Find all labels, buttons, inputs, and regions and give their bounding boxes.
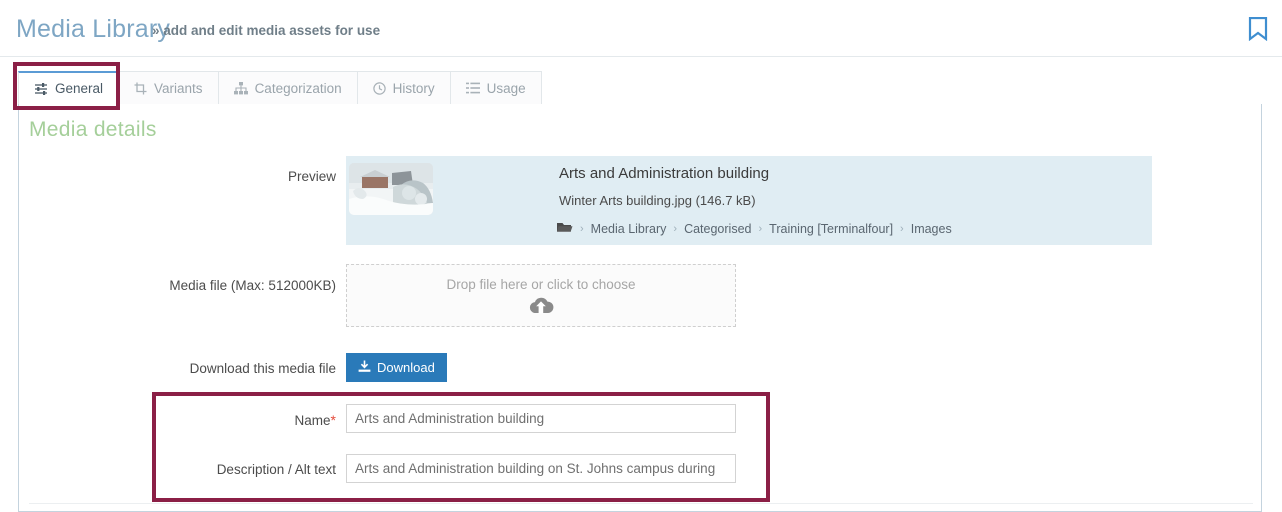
tab-categorization-label: Categorization	[254, 80, 342, 96]
required-marker: *	[330, 412, 336, 428]
dropzone-text: Drop file here or click to choose	[446, 277, 636, 292]
tab-history[interactable]: History	[357, 71, 451, 105]
name-input[interactable]	[346, 404, 736, 433]
content-panel: Media details Preview Arts and Administr…	[18, 104, 1262, 512]
cloud-upload-icon	[347, 295, 735, 320]
media-file-label: Media file (Max: 512000KB)	[169, 278, 336, 293]
bookmark-icon[interactable]	[1248, 16, 1272, 43]
breadcrumb-item-training[interactable]: Training [Terminalfour]	[769, 222, 893, 236]
breadcrumb-item-images[interactable]: Images	[911, 222, 952, 236]
folder-icon	[557, 221, 573, 236]
clock-icon	[372, 81, 386, 95]
media-file-dropzone[interactable]: Drop file here or click to choose	[346, 264, 736, 327]
crop-icon	[134, 82, 147, 95]
description-label: Description / Alt text	[216, 462, 336, 477]
section-divider	[29, 503, 1253, 504]
preview-asset-title: Arts and Administration building	[559, 165, 770, 182]
sitemap-icon	[233, 81, 248, 95]
tab-categorization[interactable]: Categorization	[218, 71, 358, 105]
preview-breadcrumb: › Media Library › Categorised › Training…	[557, 221, 952, 236]
preview-panel: Arts and Administration building Winter …	[346, 156, 1152, 245]
description-input[interactable]	[346, 454, 736, 483]
section-title: Media details	[29, 118, 157, 141]
tab-history-label: History	[392, 80, 435, 96]
tab-variants[interactable]: Variants	[119, 71, 219, 105]
page-title: Media Library	[16, 15, 171, 43]
breadcrumb-separator: ›	[580, 222, 584, 235]
breadcrumb-item-categorised[interactable]: Categorised	[684, 222, 751, 236]
tab-general[interactable]: General	[18, 71, 120, 105]
breadcrumb-separator: ›	[900, 222, 904, 235]
breadcrumb-separator: ›	[758, 222, 763, 235]
download-label: Download this media file	[189, 361, 336, 376]
preview-thumbnail[interactable]	[349, 163, 433, 215]
page-subtitle: » add and edit media assets for use	[152, 23, 381, 38]
name-label: Name*	[159, 411, 336, 430]
download-icon	[358, 360, 371, 376]
tab-usage-label: Usage	[486, 80, 526, 96]
download-button[interactable]: Download	[346, 353, 447, 382]
page-header: Media Library » add and edit media asset…	[0, 0, 1282, 57]
breadcrumb-separator: ›	[673, 222, 678, 235]
name-label-text: Name	[294, 413, 331, 428]
breadcrumb-item-media-library[interactable]: Media Library	[591, 222, 667, 236]
tab-general-label: General	[55, 81, 104, 96]
tab-variants-label: Variants	[154, 80, 203, 96]
tab-usage[interactable]: Usage	[450, 71, 542, 105]
list-icon	[465, 82, 480, 94]
preview-filename: Winter Arts building.jpg (146.7 kB)	[559, 193, 756, 208]
preview-label: Preview	[287, 169, 336, 184]
sliders-icon	[34, 82, 48, 96]
tab-bar: General Variants Categorization History …	[18, 71, 542, 105]
download-button-label: Download	[377, 360, 435, 375]
